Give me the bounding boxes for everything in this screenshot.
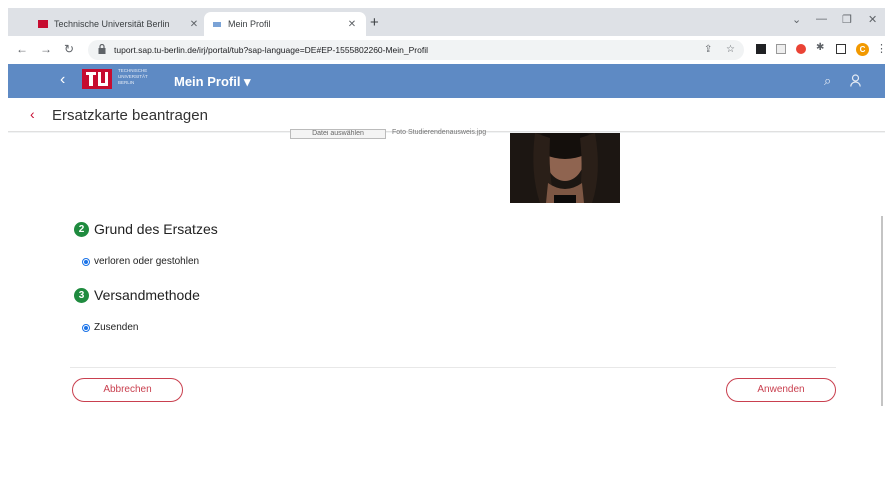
page-title: Ersatzkarte beantragen <box>52 107 208 124</box>
reload-icon[interactable]: ↻ <box>64 42 74 56</box>
extension-2-icon[interactable] <box>776 44 786 54</box>
tu-berlin-logo <box>82 69 112 89</box>
tab-mein-profil[interactable]: Mein Profil ✕ <box>204 12 366 36</box>
radio-selected-icon[interactable] <box>82 323 90 332</box>
extensions-puzzle-icon[interactable]: ✱ <box>816 42 824 53</box>
step-badge: 2 <box>74 221 89 237</box>
lock-icon <box>98 44 106 54</box>
tab-title: Mein Profil <box>228 19 271 29</box>
restore-icon[interactable]: ❐ <box>842 13 852 26</box>
page-back-icon[interactable]: ‹ <box>30 106 35 122</box>
browser-toolbar: ← → ↻ tuport.sap.tu-berlin.de/irj/portal… <box>8 36 885 64</box>
share-icon[interactable]: ⇪ <box>704 44 712 55</box>
scrollbar[interactable] <box>881 216 883 406</box>
page-header: ‹ Ersatzkarte beantragen <box>8 98 885 132</box>
browser-window: Technische Universität Berlin ✕ Mein Pro… <box>8 8 885 474</box>
forward-arrow-icon[interactable]: → <box>40 42 52 56</box>
menu-kebab-icon[interactable]: ⋮ <box>876 42 885 55</box>
section-title: Versandmethode <box>94 287 200 303</box>
cancel-button[interactable]: Abbrechen <box>72 378 183 402</box>
tab-strip: Technische Universität Berlin ✕ Mein Pro… <box>8 8 885 36</box>
tu-favicon-icon <box>38 20 48 28</box>
radio-send[interactable]: Zusenden <box>82 322 138 333</box>
section-shipping: 3 Versandmethode <box>74 287 200 303</box>
tu-berlin-wordmark: TECHNISCHE UNIVERSITÄT BERLIN <box>118 68 166 86</box>
close-window-icon[interactable]: ✕ <box>868 13 877 26</box>
wordmark-line: BERLIN <box>118 80 135 85</box>
radio-label: Zusenden <box>94 322 139 333</box>
step-badge: 3 <box>74 287 89 303</box>
shell-back-icon[interactable]: ‹ <box>60 71 65 89</box>
profile-photo <box>510 133 620 203</box>
tab-search-icon[interactable]: ⌄ <box>792 13 801 26</box>
form-content: Datei auswählen Foto Studierendenausweis… <box>8 129 885 474</box>
new-tab-button[interactable]: + <box>370 14 379 31</box>
bookmark-star-icon[interactable]: ☆ <box>726 44 735 55</box>
close-tab-icon[interactable]: ✕ <box>346 19 358 30</box>
profile-avatar[interactable]: C <box>856 43 869 56</box>
file-upload-button[interactable]: Datei auswählen <box>290 129 386 139</box>
address-url: tuport.sap.tu-berlin.de/irj/portal/tub?s… <box>114 45 428 55</box>
page-favicon-icon <box>213 22 221 27</box>
radio-lost-stolen[interactable]: verloren oder gestohlen <box>82 256 199 267</box>
radio-selected-icon[interactable] <box>82 257 90 266</box>
minimize-icon[interactable]: — <box>816 13 827 25</box>
tab-title: Technische Universität Berlin <box>54 19 170 29</box>
back-arrow-icon[interactable]: ← <box>16 42 28 56</box>
file-name-text: Foto Studierendenausweis.jpg <box>392 129 487 136</box>
shell-bar: ‹ TECHNISCHE UNIVERSITÄT BERLIN Mein Pro… <box>8 64 885 98</box>
divider <box>70 367 836 368</box>
section-reason: 2 Grund des Ersatzes <box>74 221 218 237</box>
tab-tu-berlin[interactable]: Technische Universität Berlin ✕ <box>30 12 208 36</box>
close-tab-icon[interactable]: ✕ <box>188 19 200 30</box>
extension-1-icon[interactable] <box>756 44 766 54</box>
apply-button[interactable]: Anwenden <box>726 378 836 402</box>
extension-3-icon[interactable] <box>796 44 806 54</box>
address-bar[interactable]: tuport.sap.tu-berlin.de/irj/portal/tub?s… <box>88 40 744 60</box>
section-title: Grund des Ersatzes <box>94 221 218 237</box>
user-icon[interactable] <box>850 74 861 87</box>
radio-label: verloren oder gestohlen <box>94 256 200 267</box>
shell-title-menu[interactable]: Mein Profil ▾ <box>174 74 251 90</box>
side-panel-icon[interactable] <box>836 44 846 54</box>
search-icon[interactable]: ⌕ <box>824 73 831 89</box>
